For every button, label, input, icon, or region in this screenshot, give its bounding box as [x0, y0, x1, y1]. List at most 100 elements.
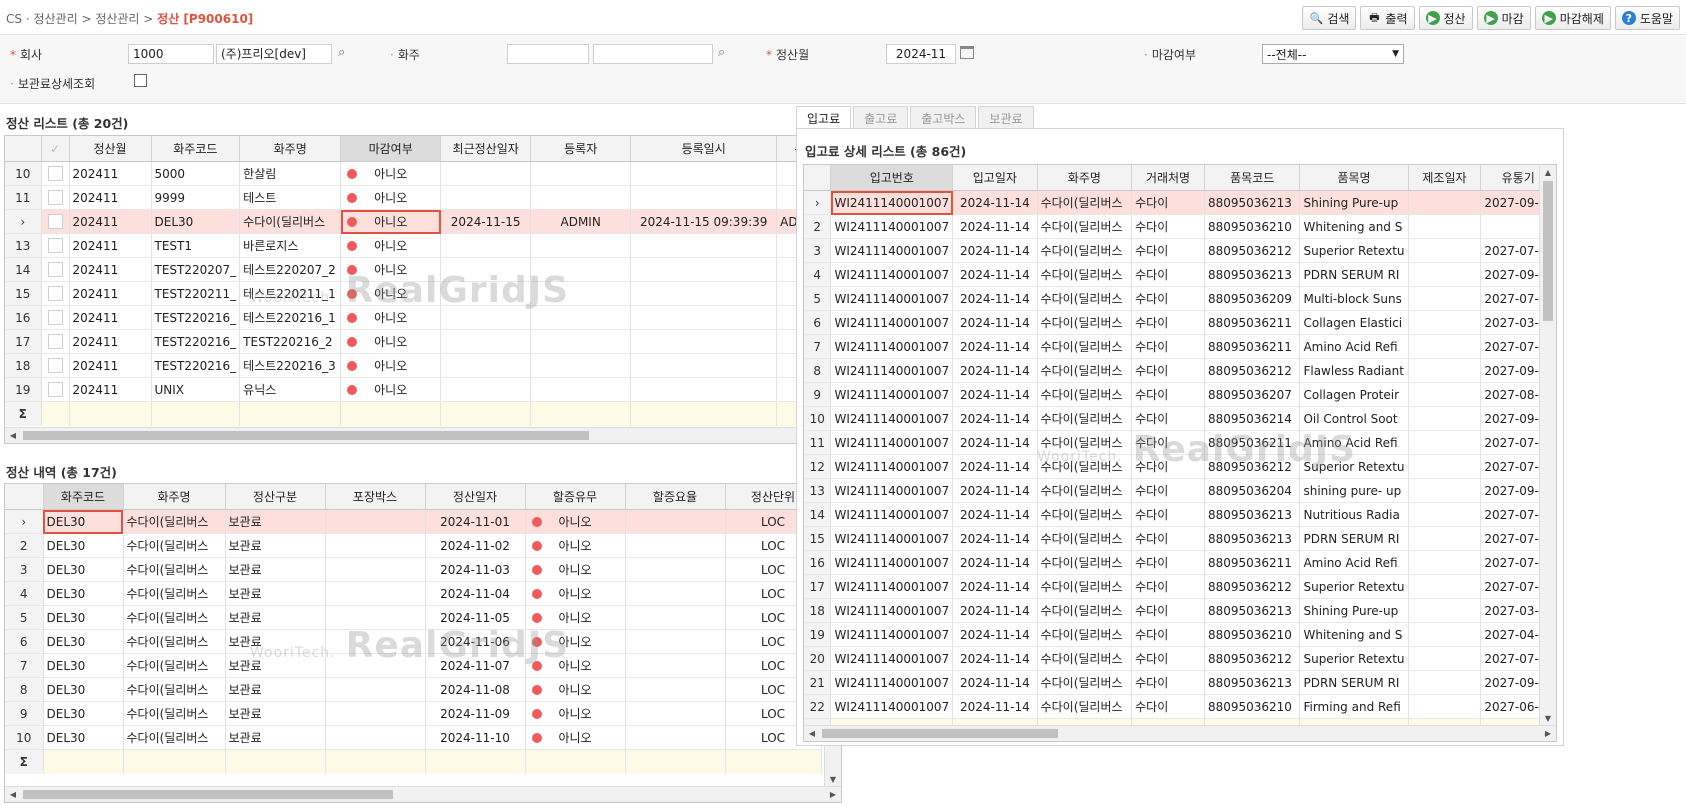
inbound-no-cell[interactable]: WI2411140001007 [830, 382, 954, 407]
table-row[interactable]: 2 WI2411140001007 2024-11-14 수다이(딜리버스 수다이 880… [804, 214, 1556, 239]
box-cell[interactable] [325, 581, 426, 606]
item-name-cell[interactable]: Whitening and S [1299, 214, 1409, 239]
surcharge-rate-cell[interactable] [625, 533, 726, 558]
item-name-cell[interactable]: Amino Acid Refi [1299, 430, 1409, 455]
table-row[interactable]: 5 DEL30 수다이(딜리버스 보관료 2024-11-05 아니오 LOC [5, 605, 822, 630]
shipper-code-cell[interactable]: DEL30 [43, 653, 124, 678]
inbound-no-cell[interactable]: WI2411140001007 [830, 454, 954, 479]
reg-datetime-cell[interactable]: 2024-11-15 09:39:39 [630, 209, 778, 234]
month-cell[interactable]: 202411 [69, 281, 152, 306]
registrant-cell[interactable]: ADMIN [530, 209, 632, 234]
item-name-cell[interactable]: PDRN SERUM RI [1299, 262, 1409, 287]
closed-cell[interactable]: 아니오 [340, 329, 442, 354]
registrant-cell[interactable] [530, 305, 632, 330]
inbound-date-cell[interactable]: 2024-11-14 [952, 454, 1038, 479]
row-number[interactable]: 15 [804, 526, 832, 551]
row-checkbox-cell[interactable] [41, 377, 70, 402]
table-row[interactable]: › DEL30 수다이(딜리버스 보관료 2024-11-01 아니오 LOC [5, 509, 822, 534]
owner-cell[interactable]: 수다이(딜리버스 [1037, 262, 1133, 287]
item-code-cell[interactable]: 88095036213 [1204, 190, 1301, 215]
inbound-no-cell[interactable]: WI2411140001007 [830, 238, 954, 263]
box-cell[interactable] [325, 629, 426, 654]
column-header[interactable]: 입고번호 [830, 165, 954, 191]
scroll-right-icon[interactable]: ▶ [1540, 726, 1556, 740]
inbound-date-cell[interactable]: 2024-11-14 [952, 598, 1038, 623]
closed-select[interactable]: --전체-- ▼ [1262, 44, 1404, 64]
column-header[interactable]: 할증요율 [625, 484, 726, 510]
item-code-cell[interactable]: 88095036211 [1204, 310, 1301, 335]
client-cell[interactable]: 수다이 [1131, 550, 1205, 575]
item-code-cell[interactable]: 88095036204 [1204, 478, 1301, 503]
inbound-no-cell[interactable]: WI2411140001007 [830, 598, 954, 623]
client-cell[interactable]: 수다이 [1131, 574, 1205, 599]
month-cell[interactable]: 202411 [69, 233, 152, 258]
item-name-cell[interactable]: Superior Retextu [1299, 574, 1409, 599]
registrant-cell[interactable] [530, 185, 632, 210]
item-code-cell[interactable]: 88095036212 [1204, 238, 1301, 263]
owner-cell[interactable]: 수다이(딜리버스 [1037, 526, 1133, 551]
surcharge-cell[interactable]: 아니오 [525, 605, 626, 630]
item-code-cell[interactable]: 88095036214 [1204, 406, 1301, 431]
row-number[interactable]: 5 [5, 605, 44, 630]
shipper-code-cell[interactable]: DEL30 [43, 557, 124, 582]
mfg-date-cell[interactable] [1408, 214, 1482, 239]
row-number[interactable]: 4 [804, 262, 832, 287]
shipper-name-cell[interactable]: 바른로지스 [239, 233, 342, 258]
client-cell[interactable]: 수다이 [1131, 406, 1205, 431]
item-name-cell[interactable]: Firming and Refi [1299, 694, 1409, 719]
row-checkbox[interactable] [47, 286, 63, 301]
company-search-icon[interactable]: ⌕ [338, 45, 354, 61]
shipper-code-cell[interactable]: DEL30 [43, 725, 124, 750]
row-checkbox[interactable] [47, 262, 63, 277]
surcharge-cell[interactable]: 아니오 [525, 533, 626, 558]
inbound-date-cell[interactable]: 2024-11-14 [952, 622, 1038, 647]
mfg-date-cell[interactable] [1408, 598, 1482, 623]
mfg-date-cell[interactable] [1408, 622, 1482, 647]
owner-cell[interactable]: 수다이(딜리버스 [1037, 334, 1133, 359]
row-number[interactable]: 17 [804, 574, 832, 599]
row-number[interactable]: 12 [804, 454, 832, 479]
shipper-code-cell[interactable]: UNIX [151, 377, 241, 402]
table-row[interactable]: 11 WI2411140001007 2024-11-14 수다이(딜리버스 수다이 88… [804, 430, 1556, 455]
owner-cell[interactable]: 수다이(딜리버스 [1037, 574, 1133, 599]
shipper-name-cell[interactable]: 수다이(딜리버스 [123, 605, 226, 630]
mfg-date-cell[interactable] [1408, 286, 1482, 311]
check-header[interactable]: ✓ [41, 136, 70, 162]
table-row[interactable]: 5 WI2411140001007 2024-11-14 수다이(딜리버스 수다이 880… [804, 286, 1556, 311]
shipper-code-cell[interactable]: DEL30 [43, 581, 124, 606]
month-cell[interactable]: 202411 [69, 305, 152, 330]
table-row[interactable]: 16 202411 TEST220216_ 테스트220216_1 아니오 [5, 305, 836, 330]
inbound-no-cell[interactable]: WI2411140001007 [830, 694, 954, 719]
row-number[interactable]: 19 [804, 622, 832, 647]
row-number[interactable]: 11 [804, 430, 832, 455]
box-cell[interactable] [325, 509, 426, 534]
inbound-date-cell[interactable]: 2024-11-14 [952, 382, 1038, 407]
column-header[interactable]: 포장박스 [325, 484, 426, 510]
owner-cell[interactable]: 수다이(딜리버스 [1037, 478, 1133, 503]
shipper-code-cell[interactable]: 9999 [151, 185, 241, 210]
mfg-date-cell[interactable] [1408, 358, 1482, 383]
table-row[interactable]: 9 WI2411140001007 2024-11-14 수다이(딜리버스 수다이 880… [804, 382, 1556, 407]
owner-cell[interactable]: 수다이(딜리버스 [1037, 646, 1133, 671]
owner-cell[interactable]: 수다이(딜리버스 [1037, 406, 1133, 431]
table-row[interactable]: 20 WI2411140001007 2024-11-14 수다이(딜리버스 수다이 88… [804, 646, 1556, 671]
row-number[interactable]: › [5, 209, 42, 234]
inbound-vertical-thumb[interactable] [1543, 181, 1553, 321]
client-cell[interactable]: 수다이 [1131, 526, 1205, 551]
inbound-date-cell[interactable]: 2024-11-14 [952, 190, 1038, 215]
table-row[interactable]: 10 DEL30 수다이(딜리버스 보관료 2024-11-10 아니오 LOC [5, 725, 822, 750]
unclose-button[interactable]: ▶ 마감해제 [1534, 6, 1611, 30]
inbound-date-cell[interactable]: 2024-11-14 [952, 550, 1038, 575]
item-name-cell[interactable]: Multi-block Suns [1299, 286, 1409, 311]
client-cell[interactable]: 수다이 [1131, 502, 1205, 527]
surcharge-rate-cell[interactable] [625, 629, 726, 654]
owner-cell[interactable]: 수다이(딜리버스 [1037, 430, 1133, 455]
recent-date-cell[interactable] [440, 329, 532, 354]
owner-cell[interactable]: 수다이(딜리버스 [1037, 694, 1133, 719]
shipper-name-cell[interactable]: 테스트220216_3 [239, 353, 342, 378]
row-checkbox-cell[interactable] [41, 185, 70, 210]
recent-date-cell[interactable] [440, 305, 532, 330]
box-cell[interactable] [325, 701, 426, 726]
table-row[interactable]: 17 202411 TEST220216_ TEST220216_2 아니오 [5, 329, 836, 354]
column-header[interactable]: 할증유무 [525, 484, 626, 510]
